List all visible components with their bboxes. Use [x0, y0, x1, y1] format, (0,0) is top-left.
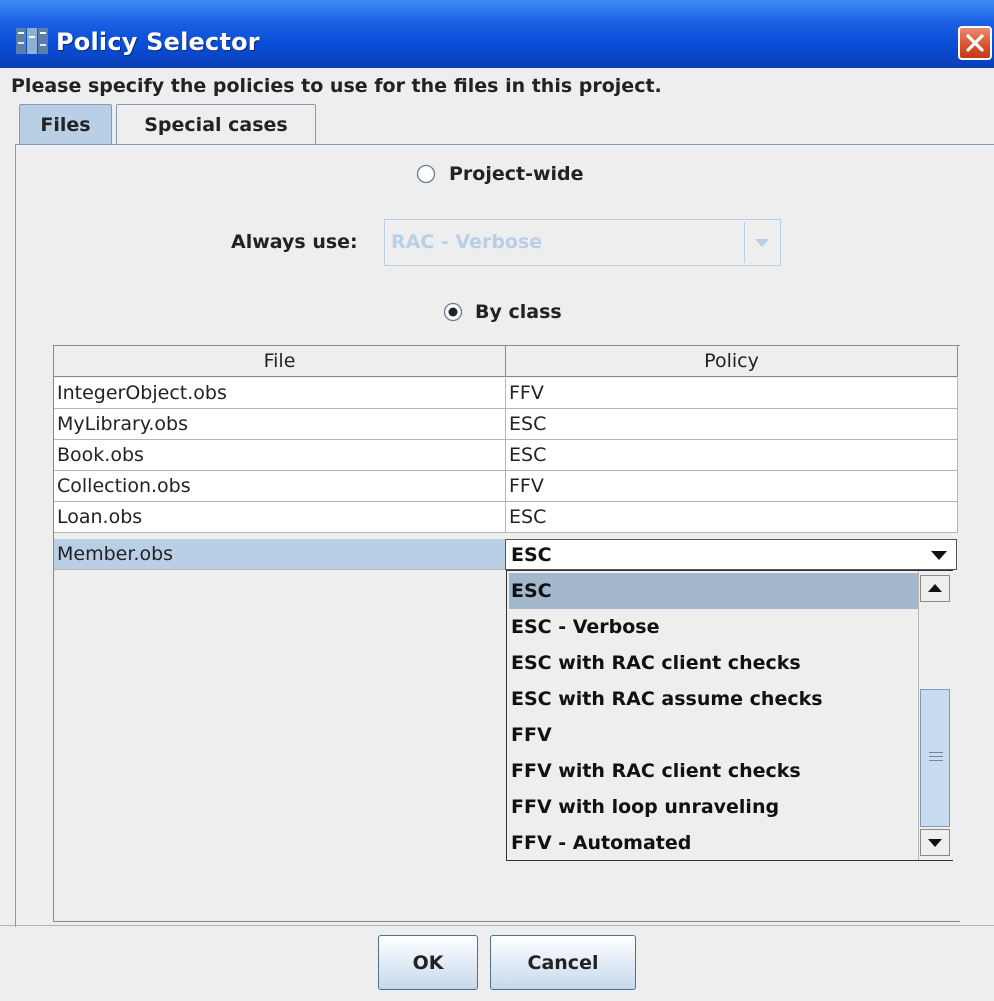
column-header-policy[interactable]: Policy — [506, 346, 958, 377]
table-cell-file[interactable]: Collection.obs — [54, 471, 506, 502]
always-use-combobox: RAC - Verbose — [384, 219, 781, 266]
by-class-label[interactable]: By class — [475, 300, 562, 324]
table-cell-policy[interactable]: ESC — [506, 502, 958, 533]
table-cell-file[interactable]: MyLibrary.obs — [54, 409, 506, 440]
dropdown-option[interactable]: ESC - Verbose — [509, 609, 920, 645]
dropdown-option[interactable]: FFV with RAC client checks — [509, 753, 920, 789]
close-button[interactable] — [958, 26, 992, 60]
tab-files[interactable]: Files — [19, 104, 112, 144]
policy-editor-value: ESC — [511, 544, 552, 566]
cancel-button[interactable]: Cancel — [490, 935, 636, 990]
title-bar[interactable]: Policy Selector — [0, 0, 994, 68]
table-cell-file-selected[interactable]: Member.obs — [54, 539, 506, 570]
arrow-down-icon — [928, 839, 942, 847]
grip-line — [929, 752, 943, 753]
close-icon — [966, 34, 984, 52]
policy-selector-dialog: Policy Selector Please specify the polic… — [0, 0, 994, 1001]
dropdown-option-selected[interactable]: ESC — [509, 573, 920, 609]
table-cell-file[interactable]: Book.obs — [54, 440, 506, 471]
chevron-down-icon[interactable] — [928, 546, 950, 564]
chevron-down-icon — [755, 239, 769, 247]
table-cell-file[interactable]: IntegerObject.obs — [54, 378, 506, 409]
table-cell-policy[interactable]: ESC — [506, 409, 958, 440]
dropdown-option[interactable]: FFV with loop unraveling — [509, 789, 920, 825]
grip-line — [929, 760, 943, 761]
dropdown-option[interactable]: FFV — [509, 717, 920, 753]
always-use-value: RAC - Verbose — [391, 231, 543, 253]
policy-cell-editor-combobox[interactable]: ESC — [505, 539, 957, 570]
table-cell-policy[interactable]: FFV — [506, 471, 958, 502]
java-app-icon — [16, 26, 48, 58]
combobox-arrow-button — [744, 222, 778, 263]
project-wide-label[interactable]: Project-wide — [449, 162, 584, 186]
dropdown-scrollbar[interactable] — [918, 571, 953, 860]
policy-dropdown-list: ESC ESC - Verbose ESC with RAC client ch… — [506, 570, 953, 861]
button-bar-separator — [0, 925, 994, 926]
by-class-radio[interactable] — [443, 302, 463, 322]
grip-line — [929, 756, 943, 757]
arrow-up-icon — [928, 584, 942, 592]
table-cell-policy[interactable]: ESC — [506, 440, 958, 471]
dropdown-option[interactable]: FFV - Automated — [509, 825, 920, 861]
column-header-file[interactable]: File — [54, 346, 506, 377]
always-use-label: Always use: — [231, 231, 358, 253]
scrollbar-thumb[interactable] — [920, 689, 950, 827]
dropdown-option[interactable]: ESC with RAC assume checks — [509, 681, 920, 717]
table-cell-policy[interactable]: FFV — [506, 378, 958, 409]
instruction-text: Please specify the policies to use for t… — [11, 75, 662, 97]
tab-special-cases[interactable]: Special cases — [116, 104, 316, 144]
table-cell-file[interactable]: Loan.obs — [54, 502, 506, 533]
scroll-up-button[interactable] — [920, 575, 950, 602]
scroll-down-button[interactable] — [920, 829, 950, 856]
project-wide-radio[interactable] — [416, 164, 436, 184]
dropdown-option[interactable]: ESC with RAC client checks — [509, 645, 920, 681]
ok-button[interactable]: OK — [378, 935, 478, 990]
window-title: Policy Selector — [56, 28, 260, 56]
